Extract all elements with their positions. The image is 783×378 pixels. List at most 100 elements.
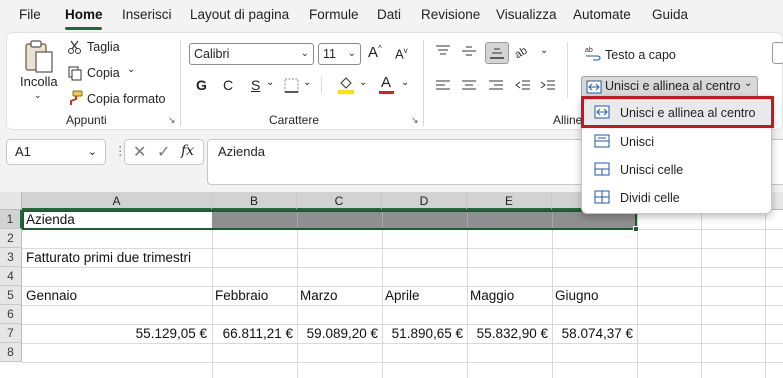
orientation-icon[interactable]: ab bbox=[513, 43, 537, 62]
menu-item-label: Unisci celle bbox=[620, 163, 684, 177]
fill-color-icon[interactable] bbox=[337, 75, 355, 98]
font-name-combo[interactable]: Calibri ⌄ bbox=[189, 43, 314, 65]
spreadsheet-grid[interactable]: A B C D E F 1 2 3 4 5 6 7 8 bbox=[0, 192, 783, 378]
column-header-c[interactable]: C bbox=[297, 192, 382, 210]
font-launcher-icon[interactable]: ↘ bbox=[411, 115, 419, 126]
name-box-value: A1 bbox=[15, 144, 31, 159]
underline-dropdown-icon[interactable]: ⌄ bbox=[266, 77, 274, 88]
column-header-a[interactable]: A bbox=[22, 192, 212, 210]
menu-item-merge-cells[interactable]: Unisci celle bbox=[582, 158, 773, 182]
fill-handle[interactable] bbox=[633, 226, 639, 232]
divider bbox=[567, 42, 568, 98]
tab-dati[interactable]: Dati bbox=[377, 7, 401, 22]
menu-item-unmerge-cells[interactable]: Dividi celle bbox=[582, 186, 773, 210]
formula-value: Azienda bbox=[218, 144, 265, 159]
paste-dropdown-icon[interactable]: ⌄ bbox=[34, 90, 42, 101]
align-bottom-button[interactable] bbox=[485, 42, 509, 64]
check-icon[interactable]: ✓ bbox=[157, 142, 170, 162]
cell-e5[interactable]: Maggio bbox=[470, 286, 514, 305]
wrap-text-button[interactable]: Testo a capo bbox=[605, 48, 676, 62]
tab-layout[interactable]: Layout di pagina bbox=[190, 7, 289, 22]
insert-function-icon[interactable]: fx bbox=[181, 143, 194, 159]
copy-button[interactable]: Copia bbox=[87, 66, 120, 80]
cell-a5[interactable]: Gennaio bbox=[26, 286, 77, 305]
cell-e7[interactable]: 55.832,90 € bbox=[467, 324, 548, 343]
scissors-icon bbox=[67, 39, 83, 58]
cancel-icon[interactable]: ✕ bbox=[133, 142, 146, 162]
row-header-3[interactable]: 3 bbox=[0, 248, 22, 267]
orientation-dropdown-icon[interactable]: ⌄ bbox=[540, 45, 548, 56]
borders-dropdown-icon[interactable]: ⌄ bbox=[303, 77, 311, 88]
cell-a3[interactable]: Fatturato primi due trimestri bbox=[26, 248, 191, 267]
divider bbox=[321, 76, 322, 94]
cell-d7[interactable]: 51.890,65 € bbox=[382, 324, 463, 343]
decrease-indent-icon[interactable] bbox=[515, 79, 531, 96]
merge-center-button[interactable]: Unisci e allinea al centro ⌄ bbox=[581, 76, 758, 98]
tab-automate[interactable]: Automate bbox=[573, 7, 631, 22]
align-right-icon[interactable] bbox=[488, 79, 504, 96]
cell-f7[interactable]: 58.074,37 € bbox=[552, 324, 633, 343]
cell-f5[interactable]: Giugno bbox=[555, 286, 599, 305]
column-header-b[interactable]: B bbox=[212, 192, 297, 210]
italic-button[interactable]: C bbox=[223, 77, 233, 93]
grow-font-icon: A bbox=[368, 44, 379, 61]
align-center-icon[interactable] bbox=[461, 79, 477, 96]
highlight-box bbox=[581, 96, 774, 128]
tab-inserisci[interactable]: Inserisci bbox=[122, 7, 172, 22]
cut-button[interactable]: Taglia bbox=[87, 40, 120, 54]
row-header-7[interactable]: 7 bbox=[0, 324, 22, 343]
shrink-font-button[interactable]: Av bbox=[395, 46, 408, 61]
borders-icon[interactable] bbox=[284, 78, 299, 96]
column-header-d[interactable]: D bbox=[382, 192, 467, 210]
font-color-icon: A bbox=[381, 74, 392, 91]
align-middle-icon[interactable] bbox=[461, 44, 477, 61]
tab-home[interactable]: Home bbox=[65, 7, 103, 22]
copy-dropdown-icon[interactable]: ⌄ bbox=[127, 64, 135, 75]
column-header-e[interactable]: E bbox=[467, 192, 552, 210]
cell-b5[interactable]: Febbraio bbox=[215, 286, 268, 305]
cell-d5[interactable]: Aprile bbox=[385, 286, 420, 305]
row-header-1[interactable]: 1 bbox=[0, 210, 22, 229]
menu-item-merge-across[interactable]: Unisci bbox=[582, 130, 773, 154]
tab-formule[interactable]: Formule bbox=[309, 7, 359, 22]
cell-a7[interactable]: 55.129,05 € bbox=[22, 324, 207, 343]
grow-font-button[interactable]: A^ bbox=[368, 44, 382, 61]
tab-visualizza[interactable]: Visualizza bbox=[496, 7, 557, 22]
font-size-combo[interactable]: 11 ⌄ bbox=[318, 43, 361, 65]
cell-c7[interactable]: 59.089,20 € bbox=[297, 324, 378, 343]
fill-color-dropdown-icon[interactable]: ⌄ bbox=[359, 77, 367, 88]
select-all-corner[interactable] bbox=[0, 192, 22, 210]
chevron-down-icon: ⌄ bbox=[347, 48, 356, 59]
row-header-6[interactable]: 6 bbox=[0, 305, 22, 324]
increase-indent-icon[interactable] bbox=[540, 79, 556, 96]
font-color-button[interactable]: A bbox=[381, 74, 391, 91]
align-left-icon[interactable] bbox=[435, 79, 451, 96]
tab-revisione[interactable]: Revisione bbox=[421, 7, 480, 22]
tab-guida[interactable]: Guida bbox=[652, 7, 688, 22]
gridline bbox=[467, 210, 468, 378]
number-format-combo[interactable] bbox=[772, 42, 783, 64]
tab-file[interactable]: File bbox=[19, 7, 41, 22]
gridline bbox=[701, 210, 702, 378]
chevron-down-icon: ⌄ bbox=[87, 146, 97, 158]
underline-button[interactable]: S bbox=[251, 77, 260, 93]
cell-a1[interactable]: Azienda bbox=[26, 210, 75, 229]
clipboard-launcher-icon[interactable]: ↘ bbox=[168, 115, 176, 126]
font-color-swatch bbox=[379, 91, 394, 94]
name-box[interactable]: A1 ⌄ bbox=[6, 139, 106, 165]
row-header-8[interactable]: 8 bbox=[0, 343, 22, 362]
active-tab-indicator bbox=[65, 27, 102, 30]
row-header-4[interactable]: 4 bbox=[0, 267, 22, 286]
format-painter-button[interactable]: Copia formato bbox=[87, 92, 166, 106]
align-top-icon[interactable] bbox=[435, 44, 451, 61]
bold-button[interactable]: G bbox=[196, 77, 207, 93]
merge-dropdown-menu: Unisci e allinea al centro Unisci Unisci… bbox=[581, 96, 774, 214]
row-header-2[interactable]: 2 bbox=[0, 229, 22, 248]
font-color-dropdown-icon[interactable]: ⌄ bbox=[401, 77, 409, 88]
row-header-5[interactable]: 5 bbox=[0, 286, 22, 305]
unmerge-cells-icon bbox=[594, 190, 610, 204]
cell-b7[interactable]: 66.811,21 € bbox=[212, 324, 293, 343]
gridline bbox=[212, 210, 213, 378]
gridline bbox=[552, 210, 553, 378]
cell-c5[interactable]: Marzo bbox=[300, 286, 338, 305]
